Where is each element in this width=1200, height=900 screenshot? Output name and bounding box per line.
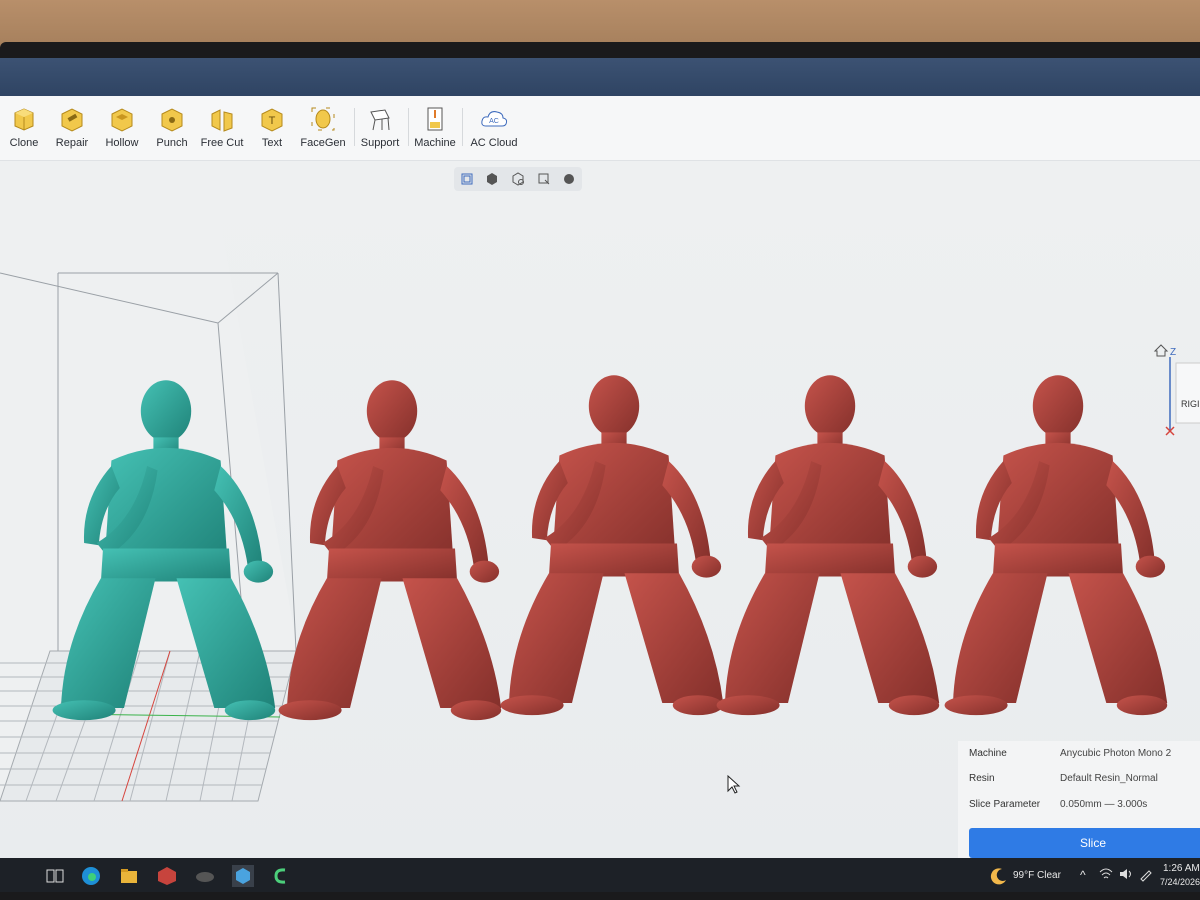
ac-cloud-button[interactable]: AC AC Cloud [466, 104, 522, 149]
app-cube-icon[interactable] [156, 865, 178, 887]
support-icon [370, 109, 390, 131]
app-c-icon[interactable] [270, 865, 292, 887]
edge-browser-icon[interactable] [80, 865, 102, 887]
mouse-cursor [727, 774, 741, 794]
ac-cloud-icon: AC [481, 111, 508, 127]
slice-info-panel: Machine Anycubic Photon Mono 2 Resin Def… [958, 741, 1200, 868]
slice-parameter-value[interactable]: 0.050mm — 3.000s [1060, 799, 1147, 810]
repair-icon [61, 108, 83, 132]
punch-icon [161, 108, 183, 132]
app-screen: Clone Repair Hollow Punch Free Cut T Tex… [0, 58, 1200, 868]
app-gamepad-icon[interactable] [194, 865, 216, 887]
machine-label: Machine [414, 137, 456, 149]
clock-time[interactable]: 1:26 AM [1163, 863, 1200, 874]
hollow-icon [111, 108, 133, 132]
hollow-label: Hollow [105, 137, 139, 149]
main-toolbar: Clone Repair Hollow Punch Free Cut T Tex… [0, 96, 1200, 161]
text-label: Text [261, 137, 283, 149]
resin-value[interactable]: Default Resin_Normal [1060, 773, 1158, 784]
weather-moon-icon[interactable] [988, 865, 1010, 887]
axis-gizmo[interactable]: Z RIGI [1150, 339, 1200, 444]
free-cut-icon [211, 109, 233, 132]
hollow-button[interactable]: Hollow [94, 104, 150, 149]
free-cut-label: Free Cut [200, 137, 244, 149]
file-explorer-icon[interactable] [118, 865, 140, 887]
toolbar-divider [462, 108, 463, 146]
clock-date[interactable]: 7/24/2026 [1160, 877, 1200, 887]
task-view-icon[interactable] [44, 865, 66, 887]
slice-parameter-label: Slice Parameter [969, 799, 1041, 810]
model-copy-1 [278, 380, 502, 721]
clone-icon [14, 108, 34, 131]
ac-cloud-label: AC Cloud [470, 137, 518, 149]
home-icon [1153, 344, 1169, 357]
machine-value[interactable]: Anycubic Photon Mono 2 [1060, 748, 1171, 759]
punch-button[interactable]: Punch [144, 104, 200, 149]
3d-viewport[interactable]: Z RIGI Machine Anycubic Photon Mono 2 Re… [0, 161, 1200, 868]
weather-text[interactable]: 99°F Clear [1013, 870, 1061, 881]
facegen-button[interactable]: FaceGen [295, 104, 351, 149]
network-icon[interactable] [1098, 866, 1114, 882]
model-copy-4 [944, 375, 1168, 716]
cloud-badge: AC [489, 118, 499, 125]
slice-button[interactable]: Slice [969, 828, 1200, 858]
model-copy-3 [716, 375, 940, 716]
repair-label: Repair [55, 137, 89, 149]
title-bar [0, 58, 1200, 96]
pen-icon[interactable] [1138, 866, 1154, 882]
support-label: Support [360, 137, 400, 149]
windows-taskbar: 99°F Clear ^ 1:26 AM 7/24/2026 [0, 858, 1200, 892]
photon-workshop-icon[interactable] [232, 865, 254, 887]
axis-z-label: Z [1170, 347, 1177, 358]
model-copy-2 [500, 375, 724, 716]
punch-label: Punch [156, 137, 188, 149]
text-button[interactable]: T Text [244, 104, 300, 149]
machine-button[interactable]: Machine [407, 104, 463, 149]
machine-label: Machine [969, 748, 1007, 759]
volume-icon[interactable] [1118, 866, 1134, 882]
free-cut-button[interactable]: Free Cut [194, 104, 250, 149]
facegen-label: FaceGen [300, 137, 346, 149]
repair-button[interactable]: Repair [44, 104, 100, 149]
machine-icon [427, 107, 443, 131]
support-button[interactable]: Support [352, 104, 408, 149]
text-icon: T [261, 108, 283, 132]
facegen-icon [311, 107, 335, 131]
svg-text:T: T [269, 115, 276, 127]
axis-side-label: RIGI [1181, 399, 1200, 409]
tray-chevron-icon[interactable]: ^ [1080, 868, 1086, 882]
resin-label: Resin [969, 773, 995, 784]
